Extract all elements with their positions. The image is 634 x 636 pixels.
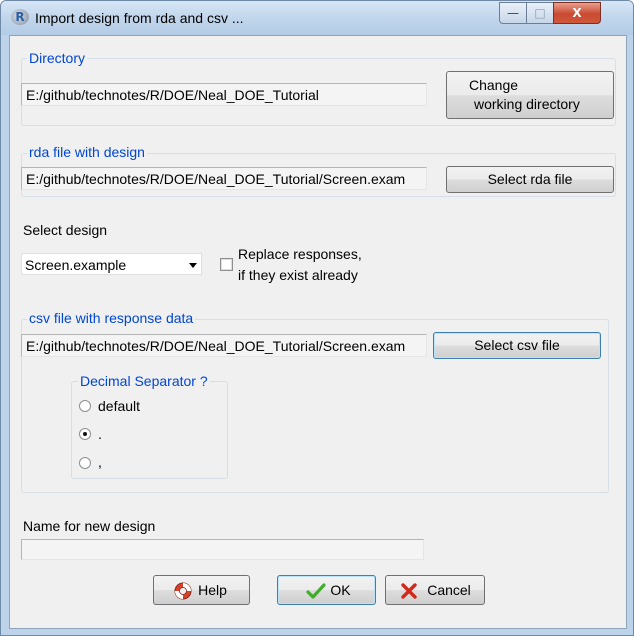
design-select-value: Screen.example — [25, 257, 127, 273]
close-button[interactable]: X — [553, 2, 601, 24]
replace-responses-checkbox[interactable] — [220, 258, 233, 271]
red-x-icon — [401, 583, 417, 599]
r-logo-icon: R — [11, 9, 29, 25]
decimal-option-comma-label: , — [98, 454, 102, 470]
help-button[interactable]: Help — [153, 575, 250, 605]
directory-path-field[interactable]: E:/github/technotes/R/DOE/Neal_DOE_Tutor… — [21, 83, 427, 106]
decimal-radio-dot[interactable] — [79, 428, 91, 440]
decimal-radio-comma[interactable] — [79, 457, 91, 469]
maximize-button[interactable]: □ — [526, 2, 553, 24]
select-csv-file-button[interactable]: Select csv file — [433, 332, 601, 359]
cancel-button-label: Cancel — [427, 582, 471, 598]
dialog-window: R Import design from rda and csv ... — □… — [0, 0, 634, 636]
chevron-down-icon[interactable] — [189, 263, 197, 268]
decimal-option-dot-label: . — [98, 426, 102, 442]
csv-path-field[interactable]: E:/github/technotes/R/DOE/Neal_DOE_Tutor… — [21, 334, 427, 357]
select-rda-file-button[interactable]: Select rda file — [446, 166, 614, 193]
rda-group-title: rda file with design — [27, 144, 147, 160]
help-button-label: Help — [198, 582, 227, 598]
cancel-button[interactable]: Cancel — [385, 575, 485, 605]
decimal-separator-group — [71, 381, 228, 479]
change-button-line2: working directory — [474, 96, 580, 112]
decimal-radio-default[interactable] — [79, 400, 91, 412]
csv-group-title: csv file with response data — [27, 310, 196, 326]
design-select[interactable]: Screen.example — [21, 253, 202, 275]
decimal-option-default-label: default — [98, 398, 141, 414]
lifebuoy-icon — [174, 582, 192, 600]
change-button-line1: Change — [469, 77, 519, 93]
ok-button-label: OK — [330, 582, 351, 598]
ok-button[interactable]: OK — [277, 575, 376, 605]
replace-responses-label-line1: Replace responses, — [238, 246, 362, 262]
replace-responses-label-line2: if they exist already — [238, 267, 358, 283]
dialog-body: Directory E:/github/technotes/R/DOE/Neal… — [9, 35, 627, 629]
change-working-directory-button[interactable]: Change working directory — [446, 71, 614, 119]
decimal-separator-title: Decimal Separator ? — [78, 373, 210, 389]
minimize-button[interactable]: — — [499, 2, 526, 24]
rda-path-field[interactable]: E:/github/technotes/R/DOE/Neal_DOE_Tutor… — [21, 167, 427, 190]
new-design-name-label: Name for new design — [23, 518, 156, 534]
window-title: Import design from rda and csv ... — [35, 10, 244, 26]
checkmark-icon — [306, 583, 326, 599]
new-design-name-input[interactable] — [21, 539, 424, 560]
directory-group-title: Directory — [27, 50, 88, 66]
title-bar[interactable]: R Import design from rda and csv ... — □… — [1, 1, 633, 35]
select-design-label: Select design — [23, 222, 108, 238]
